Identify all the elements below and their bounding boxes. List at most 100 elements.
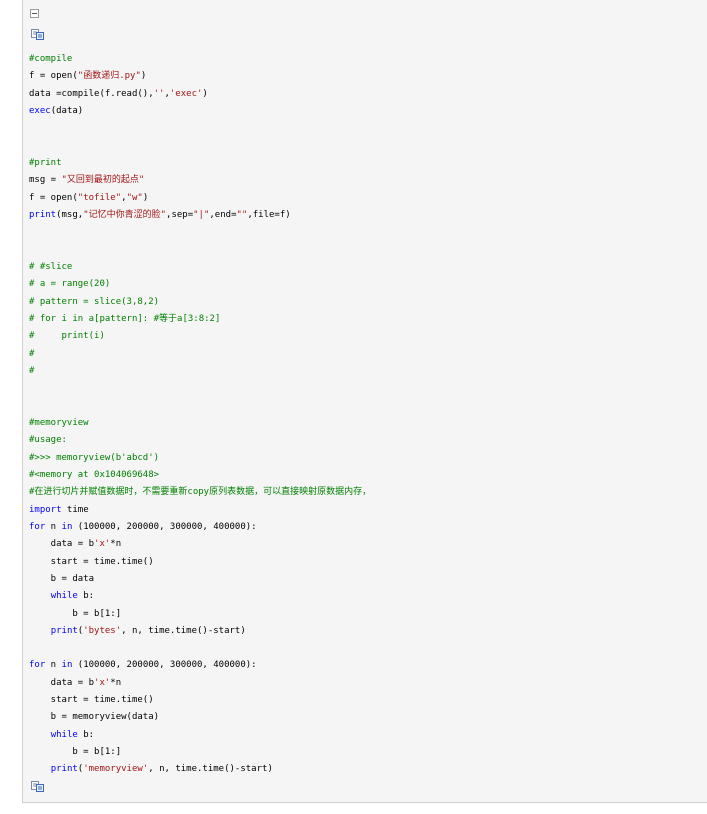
code-token: , n, time.time()-start) bbox=[148, 764, 273, 775]
code-token: b = b[1:] bbox=[29, 608, 122, 619]
code-line: b = memoryview(data) bbox=[29, 709, 371, 726]
code-line: start = time.time() bbox=[29, 554, 371, 571]
code-token: , n, time.time()-start) bbox=[121, 625, 246, 636]
code-token: f = open( bbox=[29, 71, 78, 82]
code-line: exec(data) bbox=[29, 103, 371, 120]
code-token: # #slice bbox=[29, 261, 73, 272]
code-line: #<memory at 0x104069648> bbox=[29, 467, 371, 484]
code-token: *n bbox=[110, 677, 122, 688]
code-token: print bbox=[50, 764, 78, 775]
code-token: (100000, 200000, 300000, 400000): bbox=[72, 521, 257, 532]
code-token: # pattern = slice(3,8,2) bbox=[29, 296, 160, 307]
code-line: f = open("函数递归.py") bbox=[29, 68, 371, 85]
code-token: b = b[1:] bbox=[29, 747, 122, 758]
copy-code-icon[interactable] bbox=[31, 781, 44, 792]
code-line: while b: bbox=[29, 727, 371, 744]
copy-code-icon[interactable] bbox=[31, 29, 44, 40]
code-line: data = b'x'*n bbox=[29, 536, 371, 553]
code-line: b = b[1:] bbox=[29, 606, 371, 623]
code-line: msg = "又回到最初的起点" bbox=[29, 172, 371, 189]
code-token: exec bbox=[29, 105, 51, 116]
code-token: b: bbox=[77, 591, 95, 602]
code-token: while bbox=[50, 591, 78, 602]
code-token: data = b bbox=[29, 677, 95, 688]
code-token: # bbox=[29, 365, 35, 376]
code-line: # a = range(20) bbox=[29, 276, 371, 293]
code-line: for n in (100000, 200000, 300000, 400000… bbox=[29, 657, 371, 674]
code-line: # pattern = slice(3,8,2) bbox=[29, 294, 371, 311]
code-line: #usage: bbox=[29, 432, 371, 449]
code-token: for bbox=[29, 660, 46, 671]
code-token: b: bbox=[77, 729, 95, 740]
code-line: #在进行切片并赋值数据时，不需要重新copy原列表数据，可以直接映射原数据内存， bbox=[29, 484, 371, 501]
code-token: "|" bbox=[193, 209, 210, 220]
code-line: import time bbox=[29, 502, 371, 519]
code-token: in bbox=[61, 521, 73, 532]
code-token: *n bbox=[110, 539, 122, 550]
code-token: b = data bbox=[29, 573, 95, 584]
code-token: ) bbox=[140, 71, 147, 82]
code-token: while bbox=[50, 729, 78, 740]
code-token: '' bbox=[153, 88, 165, 99]
code-line: # bbox=[29, 363, 371, 380]
code-token: 'bytes' bbox=[83, 625, 122, 636]
code-line: data =compile(f.read(),'','exec') bbox=[29, 86, 371, 103]
code-token: data = b bbox=[29, 539, 95, 550]
code-token: # a = range(20) bbox=[29, 279, 111, 290]
code-line: print('bytes', n, time.time()-start) bbox=[29, 623, 371, 640]
code-token: #usage: bbox=[29, 435, 67, 446]
code-line: # print(i) bbox=[29, 328, 371, 345]
code-line: #memoryview bbox=[29, 415, 371, 432]
code-token: (100000, 200000, 300000, 400000): bbox=[72, 660, 257, 671]
code-line: b = data bbox=[29, 571, 371, 588]
code-token: ) bbox=[202, 88, 208, 99]
code-token: #print bbox=[29, 157, 62, 168]
code-token: 'x' bbox=[94, 539, 111, 550]
code-line: print(msg,"记忆中你青涩的脸",sep="|",end="",file… bbox=[29, 207, 371, 224]
code-line: print('memoryview', n, time.time()-start… bbox=[29, 761, 371, 778]
code-token: f = open( bbox=[29, 192, 78, 203]
code-token: "tofile" bbox=[77, 192, 122, 203]
code-token: ,end= bbox=[209, 209, 237, 220]
code-token: #在进行切片并赋值数据时，不需要重新copy原列表数据，可以直接映射原数据内存， bbox=[29, 487, 372, 498]
code-token: "w" bbox=[126, 192, 143, 203]
code-line: b = b[1:] bbox=[29, 744, 371, 761]
code-token: "函数递归.py" bbox=[77, 71, 141, 82]
code-line: for n in (100000, 200000, 300000, 400000… bbox=[29, 519, 371, 536]
code-token: # print(i) bbox=[29, 331, 105, 342]
code-token: "又回到最初的起点" bbox=[61, 175, 145, 186]
code-token: print bbox=[29, 209, 57, 220]
collapse-toggle-icon[interactable] bbox=[30, 9, 39, 18]
code-token: # bbox=[29, 348, 35, 359]
code-token: n bbox=[45, 660, 62, 671]
code-line: data = b'x'*n bbox=[29, 675, 371, 692]
code-token: (msg, bbox=[56, 209, 84, 220]
code-token: import bbox=[29, 504, 62, 515]
code-token: ,file=f) bbox=[247, 209, 291, 220]
code-token: 'exec' bbox=[169, 88, 203, 99]
code-token: print bbox=[50, 625, 78, 636]
code-token: b = memoryview(data) bbox=[29, 712, 160, 723]
code-line: # bbox=[29, 346, 371, 363]
code-line: start = time.time() bbox=[29, 692, 371, 709]
code-token: data =compile(f.read(), bbox=[29, 88, 154, 99]
code-token: (data) bbox=[50, 105, 84, 116]
code-token: start = time.time() bbox=[29, 556, 154, 567]
code-token: #compile bbox=[29, 54, 73, 64]
code-line: #print bbox=[29, 155, 371, 172]
code-token: ,sep= bbox=[166, 209, 194, 220]
code-token: n bbox=[45, 521, 62, 532]
code-line: #>>> memoryview(b'abcd') bbox=[29, 450, 371, 467]
code-token: for bbox=[29, 521, 46, 532]
code-line: # for i in a[pattern]: #等于a[3:8:2] bbox=[29, 311, 371, 328]
code-token: time bbox=[61, 504, 89, 515]
code-token: in bbox=[61, 660, 73, 671]
